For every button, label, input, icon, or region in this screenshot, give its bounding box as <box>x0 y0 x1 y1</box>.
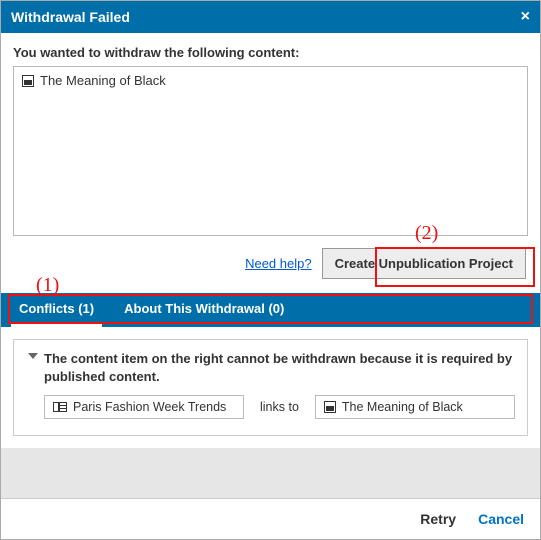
tab-about-withdrawal[interactable]: About This Withdrawal (0) <box>116 292 292 327</box>
withdraw-prompt: You wanted to withdraw the following con… <box>13 45 528 60</box>
close-icon[interactable]: × <box>521 9 530 25</box>
actions-row: Need help? Create Unpublication Project <box>13 248 528 279</box>
conflict-source-label: Paris Fashion Week Trends <box>73 400 226 414</box>
dialog-titlebar: Withdrawal Failed × <box>1 1 540 33</box>
chevron-down-icon[interactable] <box>26 353 36 363</box>
retry-button[interactable]: Retry <box>420 511 456 527</box>
links-to-label: links to <box>260 400 299 414</box>
content-list: The Meaning of Black <box>13 66 528 236</box>
dialog-footer: Retry Cancel <box>1 498 540 539</box>
tab-conflicts[interactable]: Conflicts (1) <box>11 292 102 327</box>
conflicts-panel: The content item on the right cannot be … <box>1 327 540 448</box>
content-page-icon <box>22 75 34 87</box>
dialog-title: Withdrawal Failed <box>11 9 130 25</box>
create-unpublication-project-button[interactable]: Create Unpublication Project <box>322 248 526 279</box>
conflict-target-item[interactable]: The Meaning of Black <box>315 395 515 419</box>
conflict-message: The content item on the right cannot be … <box>44 350 515 385</box>
content-page-icon <box>324 401 336 413</box>
tabs-bar: Conflicts (1) About This Withdrawal (0) <box>1 293 540 327</box>
dialog-body: You wanted to withdraw the following con… <box>1 33 540 279</box>
need-help-link[interactable]: Need help? <box>245 256 312 271</box>
conflict-header: The content item on the right cannot be … <box>26 350 515 385</box>
article-icon <box>53 402 67 412</box>
content-item-label: The Meaning of Black <box>40 73 166 88</box>
dialog-spacer <box>1 448 540 498</box>
conflict-card: The content item on the right cannot be … <box>13 339 528 436</box>
conflict-target-label: The Meaning of Black <box>342 400 463 414</box>
withdrawal-failed-dialog: Withdrawal Failed × You wanted to withdr… <box>0 0 541 540</box>
content-item[interactable]: The Meaning of Black <box>22 73 519 88</box>
conflict-source-item[interactable]: Paris Fashion Week Trends <box>44 395 244 419</box>
cancel-button[interactable]: Cancel <box>478 511 524 527</box>
conflict-link-row: Paris Fashion Week Trends links to The M… <box>44 395 515 419</box>
